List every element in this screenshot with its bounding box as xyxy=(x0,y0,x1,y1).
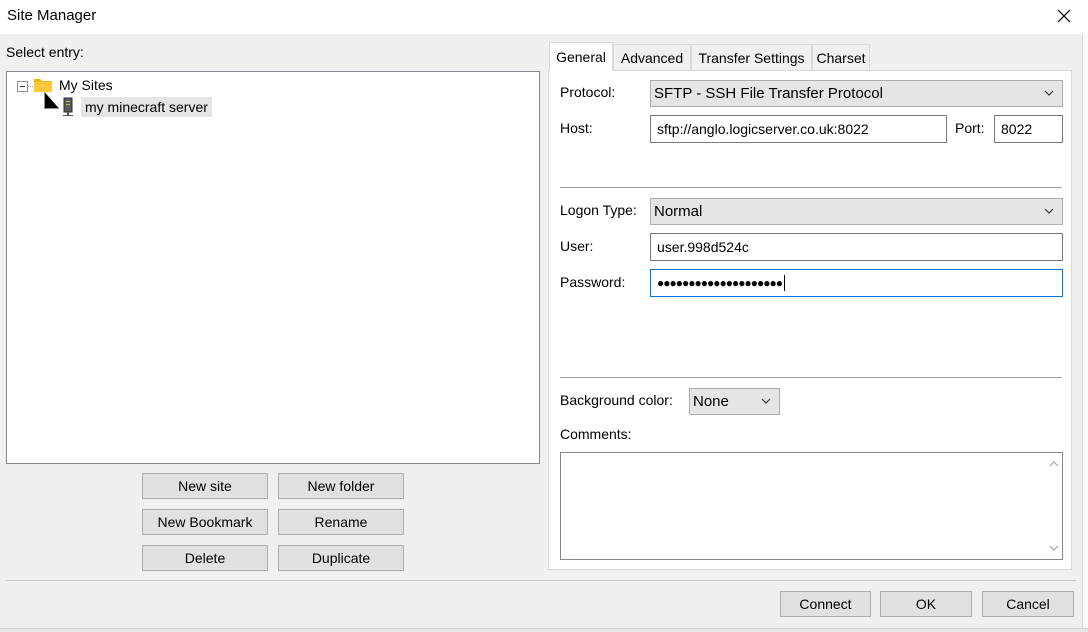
tree-item-my-sites[interactable]: My Sites xyxy=(59,77,113,93)
user-input[interactable]: user.998d524c xyxy=(650,233,1063,261)
title-bar xyxy=(0,0,1088,34)
password-input[interactable]: ●●●●●●●●●●●●●●●●●●●● xyxy=(650,269,1063,297)
chevron-down-icon xyxy=(1044,208,1054,214)
divider xyxy=(560,377,1062,378)
comments-label: Comments: xyxy=(560,426,632,442)
tab-transfer-settings[interactable]: Transfer Settings xyxy=(691,44,812,70)
user-label: User: xyxy=(560,238,594,254)
port-input[interactable]: 8022 xyxy=(994,115,1063,143)
background-color-value: None xyxy=(693,393,729,410)
new-folder-button[interactable]: New folder xyxy=(278,473,404,499)
tab-general[interactable]: General xyxy=(549,42,613,71)
logon-type-value: Normal xyxy=(654,203,703,220)
logon-type-label: Logon Type: xyxy=(560,202,637,218)
collapse-icon[interactable] xyxy=(17,81,28,92)
background-window-edge xyxy=(1082,34,1088,632)
host-input[interactable]: sftp://anglo.logicserver.co.uk:8022 xyxy=(650,115,947,143)
protocol-label: Protocol: xyxy=(560,84,616,100)
divider xyxy=(560,187,1062,188)
password-label: Password: xyxy=(560,274,626,290)
text-cursor xyxy=(783,275,785,291)
chevron-down-icon xyxy=(761,398,771,404)
scroll-down-icon[interactable] xyxy=(1049,545,1059,552)
duplicate-button[interactable]: Duplicate xyxy=(278,545,404,571)
protocol-value: SFTP - SSH File Transfer Protocol xyxy=(654,85,883,102)
cancel-button[interactable]: Cancel xyxy=(982,591,1074,617)
host-label: Host: xyxy=(560,120,593,136)
select-entry-label: Select entry: xyxy=(6,44,84,60)
background-color-select[interactable]: None xyxy=(689,388,780,415)
rename-button[interactable]: Rename xyxy=(278,509,404,535)
site-tree[interactable]: My Sites my minecraft server xyxy=(6,71,540,464)
port-label: Port: xyxy=(955,120,985,136)
logon-type-select[interactable]: Normal xyxy=(650,198,1063,225)
close-button[interactable] xyxy=(1044,0,1084,32)
scroll-up-icon[interactable] xyxy=(1049,460,1059,467)
new-site-button[interactable]: New site xyxy=(142,473,268,499)
tab-advanced[interactable]: Advanced xyxy=(613,44,691,70)
delete-button[interactable]: Delete xyxy=(142,545,268,571)
comments-scrollbar[interactable] xyxy=(1045,453,1062,559)
ok-button[interactable]: OK xyxy=(880,591,972,617)
tab-charset[interactable]: Charset xyxy=(812,44,870,70)
background-window-strip xyxy=(0,628,1088,632)
server-icon xyxy=(61,97,75,117)
protocol-select[interactable]: SFTP - SSH File Transfer Protocol xyxy=(650,80,1063,107)
folder-icon xyxy=(33,76,53,93)
comments-textarea[interactable] xyxy=(560,452,1063,560)
window-title: Site Manager xyxy=(7,7,97,24)
tree-item-site[interactable]: my minecraft server xyxy=(81,97,212,117)
new-bookmark-button[interactable]: New Bookmark xyxy=(142,509,268,535)
background-color-label: Background color: xyxy=(560,392,673,408)
chevron-down-icon xyxy=(1044,90,1054,96)
connect-button[interactable]: Connect xyxy=(780,591,871,617)
footer-divider xyxy=(6,580,1076,581)
close-icon xyxy=(1057,9,1071,23)
